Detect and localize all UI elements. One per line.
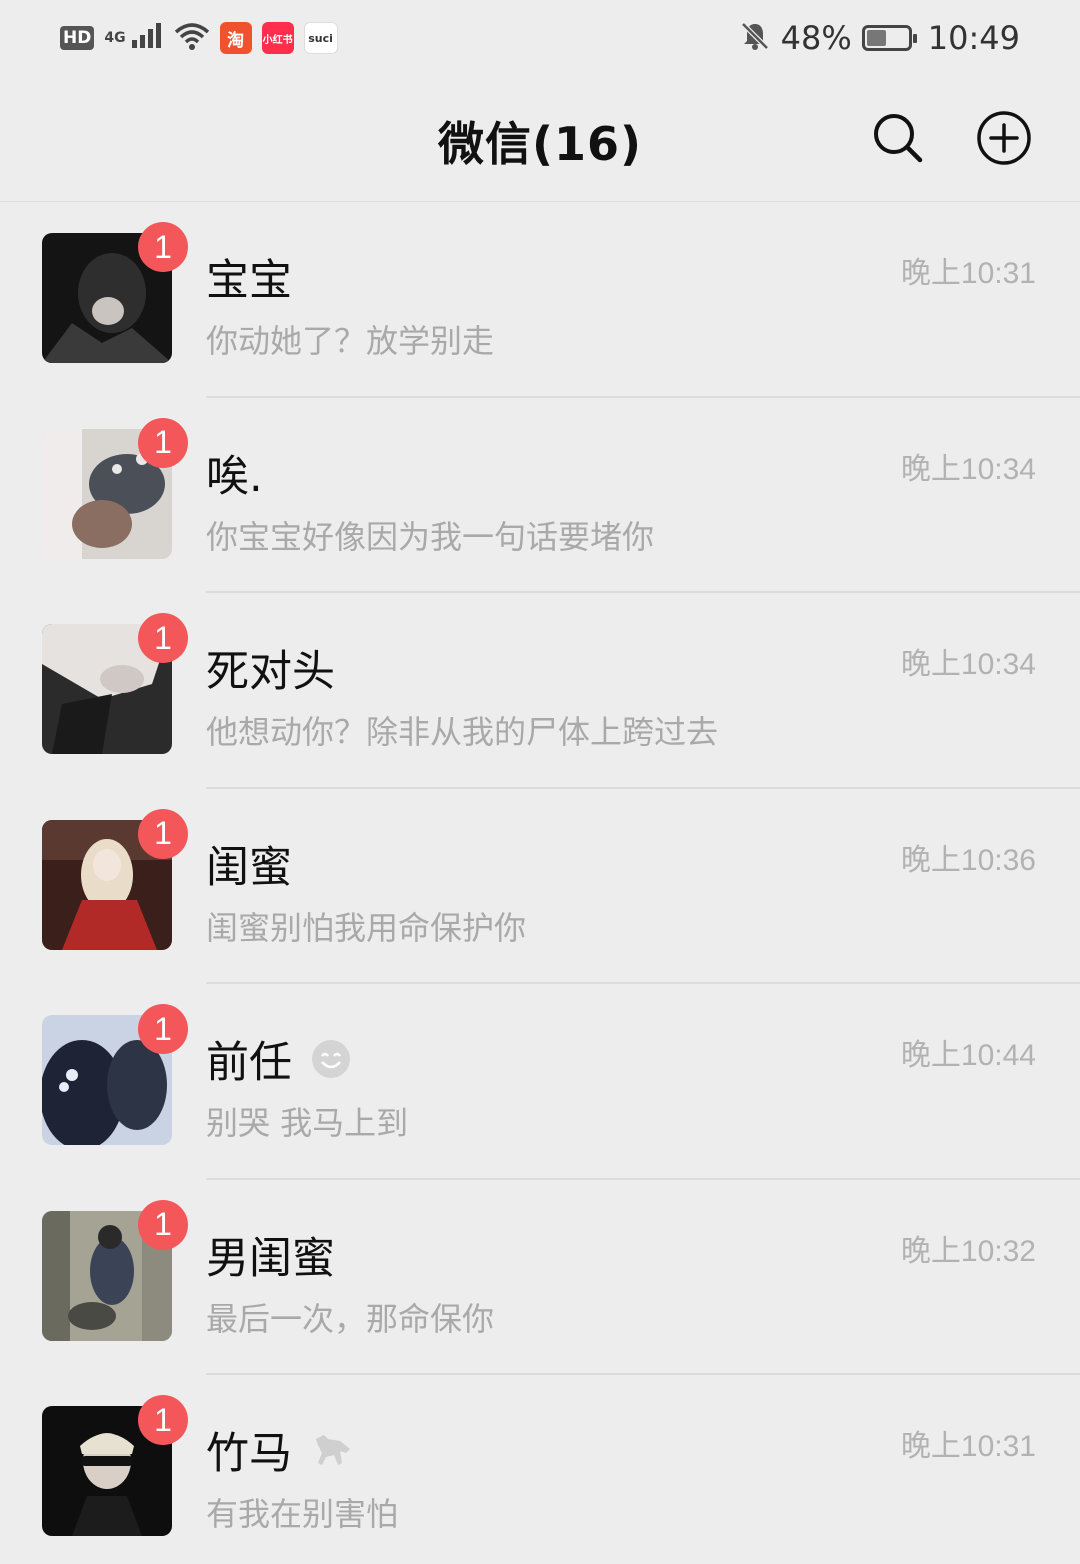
chat-name: 唉. <box>206 442 263 504</box>
chat-name-text: 唉. <box>206 451 263 502</box>
chat-name-text: 闺蜜 <box>206 842 292 893</box>
unread-badge: 1 <box>138 613 188 663</box>
chat-preview: 闺蜜别怕我用命保护你 <box>206 908 527 947</box>
status-right: 48% 10:49 <box>739 19 1020 57</box>
signal-icon <box>130 22 164 54</box>
chat-time: 晚上10:36 <box>900 843 1036 877</box>
chat-preview: 你动她了？放学别走 <box>206 322 495 360</box>
chat-preview: 有我在别害怕 <box>206 1495 399 1533</box>
wifi-icon <box>174 22 210 54</box>
chat-item-baobao[interactable]: 1 宝宝 晚上10:31 你动她了？放学别走 <box>0 202 1080 398</box>
unread-badge: 1 <box>138 1395 188 1445</box>
chat-time: 晚上10:34 <box>900 452 1036 486</box>
running-horse-icon <box>310 1429 356 1471</box>
chat-time: 晚上10:31 <box>900 1430 1036 1463</box>
chat-item-siduitou[interactable]: 1 死对头 晚上10:34 他想动你？除非从我的尸体上跨过去 <box>0 593 1080 789</box>
search-icon <box>874 114 923 163</box>
battery-fill <box>866 30 886 46</box>
chat-item-guimi[interactable]: 1 闺蜜 晚上10:36 闺蜜别怕我用命保护你 <box>0 789 1080 984</box>
chat-time: 晚上10:34 <box>900 648 1036 681</box>
chat-item-zhuma[interactable]: 1 竹马 晚上10:31 有我在别害怕 <box>0 1375 1080 1564</box>
add-button[interactable] <box>974 108 1034 168</box>
chat-preview: 他想动你？除非从我的尸体上跨过去 <box>206 713 719 751</box>
chat-name-text: 前任 <box>206 1038 292 1088</box>
mute-bell-icon <box>739 20 771 56</box>
chat-name-text: 宝宝 <box>206 256 292 306</box>
chat-name: 竹马 <box>206 1419 356 1481</box>
unread-badge: 1 <box>138 1199 188 1250</box>
chat-time: 晚上10:31 <box>900 257 1036 290</box>
chat-name-text: 竹马 <box>206 1429 292 1479</box>
add-circle-icon <box>977 111 1031 165</box>
unread-badge: 1 <box>138 808 188 859</box>
chat-name-text: 死对头 <box>206 647 335 697</box>
chat-name: 前任 <box>206 1028 352 1090</box>
chat-time: 晚上10:32 <box>900 1234 1036 1268</box>
battery-percent: 48% <box>780 19 852 57</box>
chat-time: 晚上10:44 <box>900 1039 1036 1072</box>
suci-app-icon: suci <box>303 22 338 54</box>
status-left: HD 4G 淘 小红书 suci <box>60 22 338 54</box>
chat-name: 死对头 <box>206 637 335 699</box>
xiaohongshu-app-icon: 小红书 <box>261 22 294 54</box>
unread-badge: 1 <box>138 1004 188 1054</box>
battery-icon <box>861 25 917 51</box>
hd-badge: HD <box>60 26 95 50</box>
status-bar: HD 4G 淘 小红书 suci 48% 10:49 <box>0 0 1080 76</box>
unread-badge: 1 <box>138 222 188 272</box>
status-time: 10:49 <box>927 19 1020 57</box>
chat-name: 男闺蜜 <box>206 1224 335 1286</box>
chat-preview: 别哭 我马上到 <box>206 1104 409 1142</box>
chat-item-qianren[interactable]: 1 前任 晚上10:44 别哭 我马上到 <box>0 984 1080 1180</box>
network-type: 4G <box>104 30 126 46</box>
chat-item-ai[interactable]: 1 唉. 晚上10:34 你宝宝好像因为我一句话要堵你 <box>0 398 1080 593</box>
chat-name: 宝宝 <box>206 246 292 308</box>
app-header: 微信(16) <box>0 76 1080 202</box>
chat-name: 闺蜜 <box>206 833 292 895</box>
taobao-app-icon: 淘 <box>219 22 252 54</box>
chat-item-nanguimi[interactable]: 1 男闺蜜 晚上10:32 最后一次，那命保你 <box>0 1180 1080 1375</box>
chat-list: 1 宝宝 晚上10:31 你动她了？放学别走 1 唉. 晚上10:34 你宝宝好… <box>0 202 1080 1564</box>
chat-name-text: 男闺蜜 <box>206 1233 335 1284</box>
chat-preview: 最后一次，那命保你 <box>206 1299 495 1338</box>
unread-badge: 1 <box>138 417 188 468</box>
smile-emoji-icon <box>310 1038 352 1080</box>
search-button[interactable] <box>868 108 928 168</box>
chat-preview: 你宝宝好像因为我一句话要堵你 <box>206 517 655 556</box>
